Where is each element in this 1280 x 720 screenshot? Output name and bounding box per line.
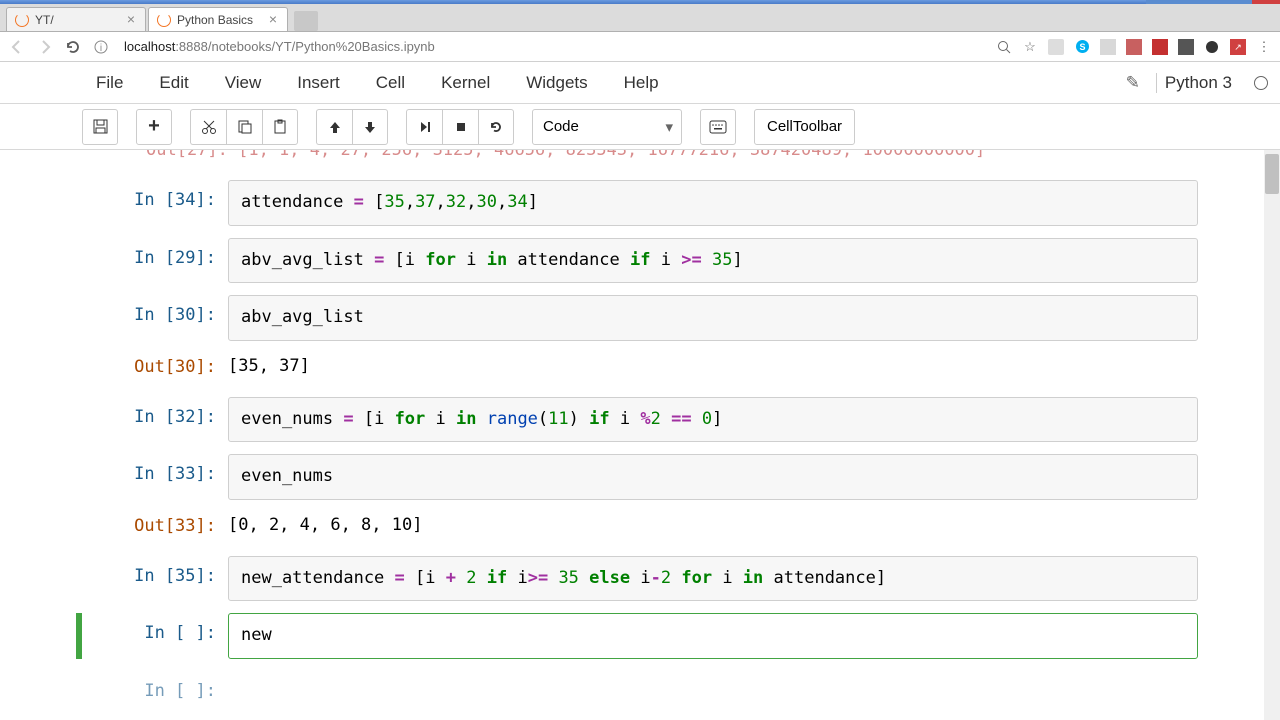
celltype-dropdown[interactable]: Code [532, 109, 682, 145]
extension-icon[interactable] [1100, 39, 1116, 55]
menu-file[interactable]: File [82, 67, 137, 99]
out-prompt: Out[33]: [82, 506, 228, 544]
code-cell-selected[interactable]: In [ ]: new [82, 613, 1198, 659]
svg-text:S: S [1079, 42, 1085, 52]
zoom-icon[interactable] [996, 39, 1012, 55]
url-field[interactable]: localhost:8888/notebooks/YT/Python%20Bas… [120, 37, 986, 56]
jupyter-icon [15, 13, 29, 27]
code-input[interactable]: abv_avg_list = [i for i in attendance if… [228, 238, 1198, 284]
skype-icon[interactable]: S [1074, 39, 1090, 55]
run-button[interactable] [406, 109, 442, 145]
jupyter-toolbar: + [0, 104, 1280, 150]
move-up-button[interactable] [316, 109, 352, 145]
forward-button[interactable] [36, 38, 54, 56]
jupyter-icon [157, 13, 171, 27]
in-prompt: In [33]: [82, 454, 228, 500]
out-prompt: Out[30]: [82, 347, 228, 385]
extension-icon[interactable] [1204, 39, 1220, 55]
code-cell[interactable]: In [30]: abv_avg_list [82, 295, 1198, 341]
extension-icon[interactable]: ↗ [1230, 39, 1246, 55]
menu-edit[interactable]: Edit [145, 67, 202, 99]
close-icon[interactable]: × [125, 14, 137, 26]
output-cell: Out[30]: [35, 37] [82, 347, 1198, 385]
jupyter-menubar: File Edit View Insert Cell Kernel Widget… [0, 62, 1280, 104]
code-cell[interactable]: In [ ]: [82, 671, 1198, 701]
save-button[interactable] [82, 109, 118, 145]
in-prompt: In [30]: [82, 295, 228, 341]
stop-button[interactable] [442, 109, 478, 145]
output-cell: Out[33]: [0, 2, 4, 6, 8, 10] [82, 506, 1198, 544]
menu-kernel[interactable]: Kernel [427, 67, 504, 99]
menu-help[interactable]: Help [610, 67, 673, 99]
edit-icon[interactable]: ✎ [1126, 73, 1140, 93]
extension-icon[interactable] [1048, 39, 1064, 55]
code-cell[interactable]: In [33]: even_nums [82, 454, 1198, 500]
code-input[interactable]: new_attendance = [i + 2 if i>= 35 else i… [228, 556, 1198, 602]
code-cell[interactable]: In [35]: new_attendance = [i + 2 if i>= … [82, 556, 1198, 602]
extension-icon[interactable] [1152, 39, 1168, 55]
in-prompt: In [32]: [82, 397, 228, 443]
code-input[interactable]: attendance = [35,37,32,30,34] [228, 180, 1198, 226]
browser-tab[interactable]: YT/ × [6, 7, 146, 31]
code-cell[interactable]: In [32]: even_nums = [i for i in range(1… [82, 397, 1198, 443]
info-icon[interactable]: i [92, 38, 110, 56]
code-input[interactable]: even_nums [228, 454, 1198, 500]
back-button[interactable] [8, 38, 26, 56]
output-text: [35, 37] [228, 347, 1198, 385]
copy-button[interactable] [226, 109, 262, 145]
tab-title: YT/ [35, 13, 125, 27]
tab-title: Python Basics [177, 13, 267, 27]
menu-cell[interactable]: Cell [362, 67, 419, 99]
kernel-status-icon [1254, 76, 1268, 90]
menu-insert[interactable]: Insert [283, 67, 354, 99]
code-input[interactable]: new [228, 613, 1198, 659]
menu-widgets[interactable]: Widgets [512, 67, 601, 99]
extension-icon[interactable] [1178, 39, 1194, 55]
menu-icon[interactable]: ⋮ [1256, 39, 1272, 55]
reload-button[interactable] [64, 38, 82, 56]
browser-tabstrip: YT/ × Python Basics × [0, 4, 1280, 32]
move-down-button[interactable] [352, 109, 388, 145]
address-bar: i localhost:8888/notebooks/YT/Python%20B… [0, 32, 1280, 62]
output-cut: Out[27]: [1, 1, 4, 27, 256, 3125, 46656,… [82, 150, 1198, 160]
cut-button[interactable] [190, 109, 226, 145]
kernel-name[interactable]: Python 3 [1156, 73, 1240, 93]
code-cell[interactable]: In [29]: abv_avg_list = [i for i in atte… [82, 238, 1198, 284]
restart-button[interactable] [478, 109, 514, 145]
add-cell-button[interactable]: + [136, 109, 172, 145]
command-palette-button[interactable] [700, 109, 736, 145]
celltoolbar-dropdown[interactable]: CellToolbar [754, 109, 855, 145]
extension-icon[interactable] [1126, 39, 1142, 55]
browser-tab[interactable]: Python Basics × [148, 7, 288, 31]
in-prompt: In [ ]: [82, 613, 228, 659]
output-text: [0, 2, 4, 6, 8, 10] [228, 506, 1198, 544]
notebook-scroll-area[interactable]: Out[27]: [1, 1, 4, 27, 256, 3125, 46656,… [0, 150, 1280, 720]
code-input[interactable]: even_nums = [i for i in range(11) if i %… [228, 397, 1198, 443]
in-prompt: In [29]: [82, 238, 228, 284]
svg-text:i: i [100, 43, 102, 54]
scrollbar[interactable] [1264, 150, 1280, 720]
in-prompt: In [35]: [82, 556, 228, 602]
paste-button[interactable] [262, 109, 298, 145]
bookmark-star-icon[interactable]: ☆ [1022, 39, 1038, 55]
in-prompt: In [34]: [82, 180, 228, 226]
menu-view[interactable]: View [211, 67, 276, 99]
scrollbar-thumb[interactable] [1265, 154, 1279, 194]
close-icon[interactable]: × [267, 14, 279, 26]
new-tab-button[interactable] [294, 11, 318, 31]
code-input[interactable]: abv_avg_list [228, 295, 1198, 341]
in-prompt: In [ ]: [82, 671, 228, 701]
code-cell[interactable]: In [34]: attendance = [35,37,32,30,34] [82, 180, 1198, 226]
